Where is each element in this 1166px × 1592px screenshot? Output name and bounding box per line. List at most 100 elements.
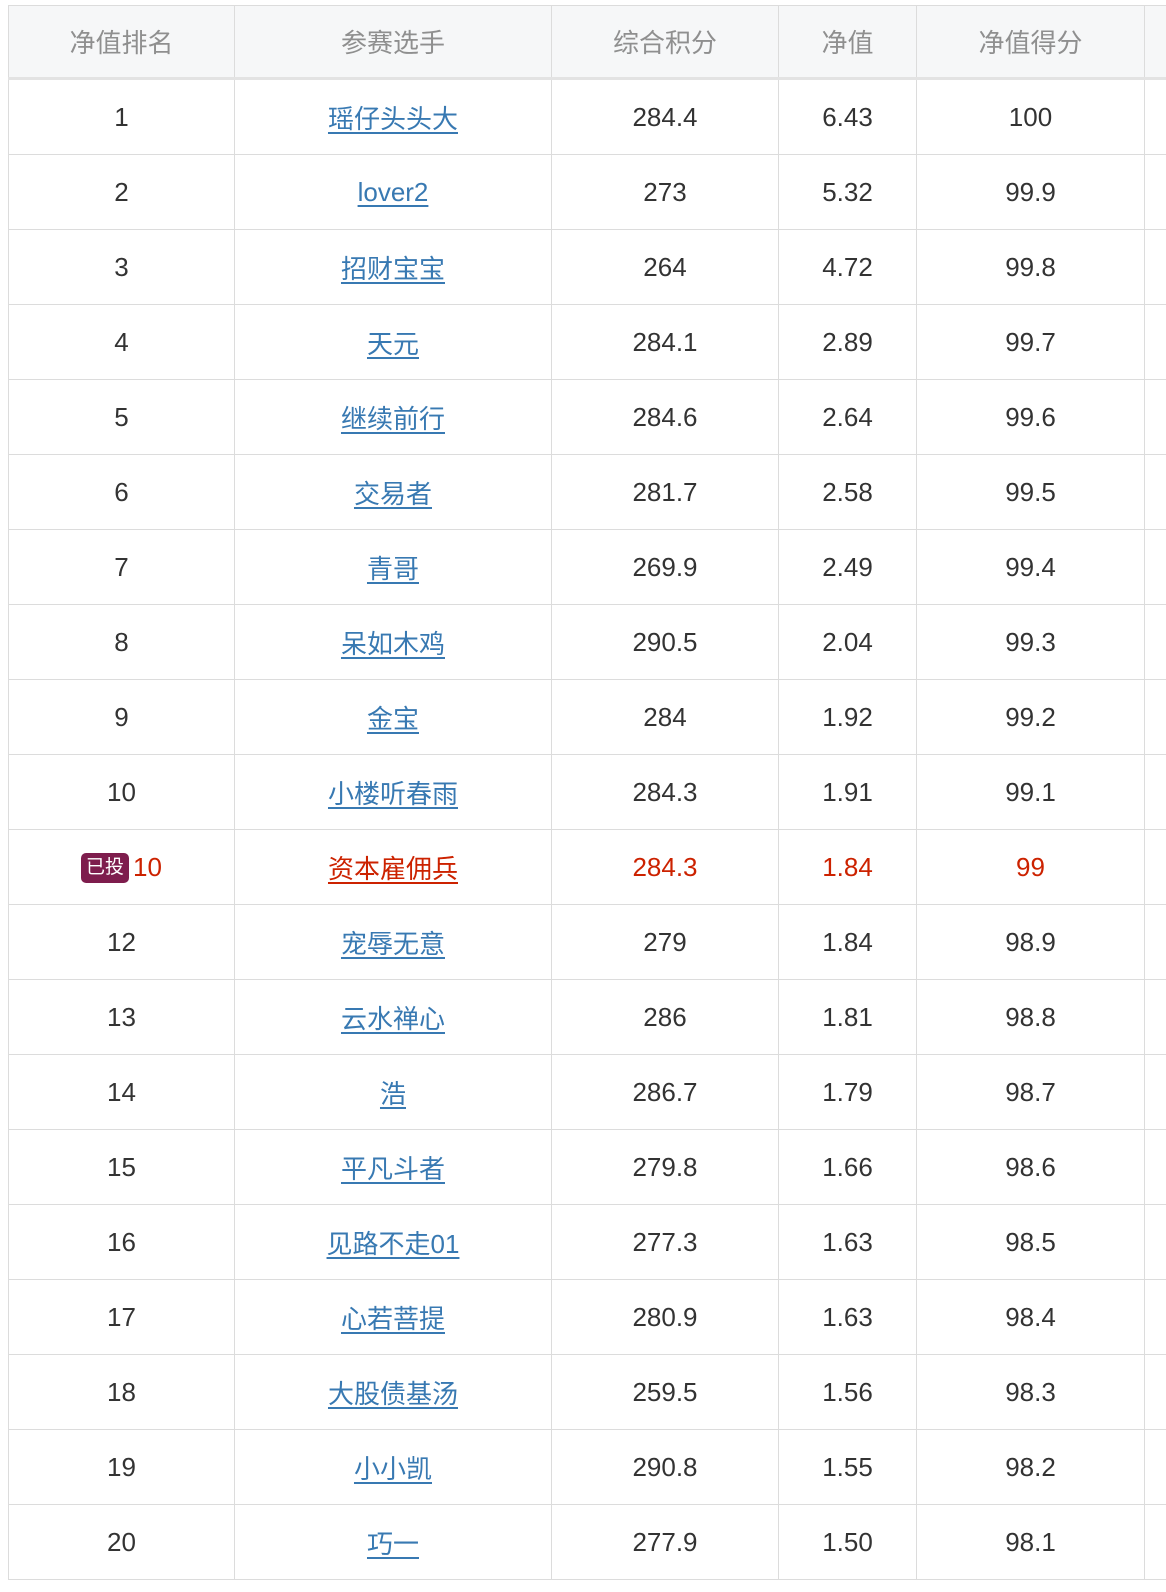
score-cell: 98.2 — [916, 1429, 1145, 1505]
points-cell: 284.4 — [551, 78, 779, 155]
extra-cell — [1144, 1054, 1166, 1130]
player-cell: 天元 — [234, 304, 552, 380]
rank-value: 12 — [107, 926, 136, 957]
player-cell: 小楼听春雨 — [234, 754, 552, 830]
nav-cell: 6.43 — [778, 78, 917, 155]
player-link[interactable]: 巧一 — [367, 1529, 419, 1559]
rank-value: 15 — [107, 1151, 136, 1182]
points-cell: 290.5 — [551, 604, 779, 680]
ranking-table: 净值排名 参赛选手 综合积分 净值 净值得分 1 瑶仔头头大 284.4 6.43 10… — [8, 5, 1166, 1580]
header-nav[interactable]: 净值 — [778, 5, 917, 80]
player-link[interactable]: 招财宝宝 — [341, 254, 445, 284]
invested-badge: 已投 — [81, 852, 130, 883]
points-cell: 281.7 — [551, 454, 779, 530]
nav-cell: 1.84 — [778, 904, 917, 980]
score-cell: 98.7 — [916, 1054, 1145, 1130]
table-row: 3 招财宝宝 264 4.72 99.8 — [8, 229, 1166, 305]
table-row: 18 大股债基汤 259.5 1.56 98.3 — [8, 1354, 1166, 1430]
rank-cell: 15 — [8, 1129, 235, 1205]
player-link[interactable]: 瑶仔头头大 — [328, 104, 458, 134]
score-cell: 98.4 — [916, 1279, 1145, 1355]
header-row: 净值排名 参赛选手 综合积分 净值 净值得分 — [8, 5, 1166, 80]
extra-cell — [1144, 78, 1166, 155]
table-row: 17 心若菩提 280.9 1.63 98.4 — [8, 1279, 1166, 1355]
points-cell: 290.8 — [551, 1429, 779, 1505]
rank-value: 2 — [114, 176, 129, 207]
rank-cell: 已投 10 — [8, 829, 235, 905]
rank-cell: 20 — [8, 1504, 235, 1580]
player-link[interactable]: 云水禅心 — [341, 1004, 445, 1034]
player-link[interactable]: 金宝 — [367, 704, 419, 734]
player-link[interactable]: 天元 — [367, 329, 419, 359]
player-link[interactable]: 心若菩提 — [341, 1304, 445, 1334]
nav-cell: 1.92 — [778, 679, 917, 755]
nav-cell: 2.64 — [778, 379, 917, 455]
player-link[interactable]: 交易者 — [354, 479, 432, 509]
rank-cell: 13 — [8, 979, 235, 1055]
header-player[interactable]: 参赛选手 — [234, 5, 552, 80]
player-link[interactable]: lover2 — [358, 177, 429, 207]
player-link[interactable]: 宠辱无意 — [341, 929, 445, 959]
rank-cell: 18 — [8, 1354, 235, 1430]
nav-cell: 1.79 — [778, 1054, 917, 1130]
rank-value: 13 — [107, 1001, 136, 1032]
rank-value: 7 — [114, 551, 129, 582]
rank-cell: 16 — [8, 1204, 235, 1280]
header-points[interactable]: 综合积分 — [551, 5, 779, 80]
table-row: 6 交易者 281.7 2.58 99.5 — [8, 454, 1166, 530]
rank-cell: 7 — [8, 529, 235, 605]
nav-cell: 2.58 — [778, 454, 917, 530]
rank-cell: 10 — [8, 754, 235, 830]
points-cell: 284.3 — [551, 754, 779, 830]
score-cell: 99 — [916, 829, 1145, 905]
points-cell: 279 — [551, 904, 779, 980]
rank-value: 10 — [133, 851, 162, 882]
player-cell: 招财宝宝 — [234, 229, 552, 305]
points-cell: 284 — [551, 679, 779, 755]
extra-cell — [1144, 1504, 1166, 1580]
rank-cell: 3 — [8, 229, 235, 305]
score-cell: 98.9 — [916, 904, 1145, 980]
player-link[interactable]: 见路不走01 — [327, 1229, 460, 1259]
header-nav-rank[interactable]: 净值排名 — [8, 5, 235, 80]
score-cell: 99.9 — [916, 154, 1145, 230]
player-link[interactable]: 青哥 — [367, 554, 419, 584]
rank-cell: 19 — [8, 1429, 235, 1505]
rank-value: 10 — [107, 776, 136, 807]
header-nav-score[interactable]: 净值得分 — [916, 5, 1145, 80]
points-cell: 286.7 — [551, 1054, 779, 1130]
extra-cell — [1144, 154, 1166, 230]
rank-cell: 6 — [8, 454, 235, 530]
extra-cell — [1144, 529, 1166, 605]
rank-value: 8 — [114, 626, 129, 657]
table-header: 净值排名 参赛选手 综合积分 净值 净值得分 — [8, 5, 1166, 80]
points-cell: 277.3 — [551, 1204, 779, 1280]
nav-cell: 1.50 — [778, 1504, 917, 1580]
player-link[interactable]: 大股债基汤 — [328, 1379, 458, 1409]
score-cell: 98.3 — [916, 1354, 1145, 1430]
extra-cell — [1144, 1429, 1166, 1505]
player-link[interactable]: 小楼听春雨 — [328, 779, 458, 809]
table-row: 15 平凡斗者 279.8 1.66 98.6 — [8, 1129, 1166, 1205]
extra-cell — [1144, 1354, 1166, 1430]
extra-cell — [1144, 679, 1166, 755]
player-link[interactable]: 呆如木鸡 — [341, 629, 445, 659]
points-cell: 269.9 — [551, 529, 779, 605]
table-row: 7 青哥 269.9 2.49 99.4 — [8, 529, 1166, 605]
player-cell: 小小凯 — [234, 1429, 552, 1505]
player-link[interactable]: 小小凯 — [354, 1454, 432, 1484]
player-cell: 见路不走01 — [234, 1204, 552, 1280]
rank-value: 18 — [107, 1376, 136, 1407]
score-cell: 98.6 — [916, 1129, 1145, 1205]
rank-value: 9 — [114, 701, 129, 732]
player-link[interactable]: 继续前行 — [341, 404, 445, 434]
points-cell: 284.6 — [551, 379, 779, 455]
extra-cell — [1144, 1204, 1166, 1280]
player-link[interactable]: 平凡斗者 — [341, 1154, 445, 1184]
player-link[interactable]: 浩 — [380, 1079, 406, 1109]
rank-cell: 14 — [8, 1054, 235, 1130]
player-cell: 心若菩提 — [234, 1279, 552, 1355]
extra-cell — [1144, 604, 1166, 680]
player-link[interactable]: 资本雇佣兵 — [328, 854, 458, 884]
rank-cell: 4 — [8, 304, 235, 380]
